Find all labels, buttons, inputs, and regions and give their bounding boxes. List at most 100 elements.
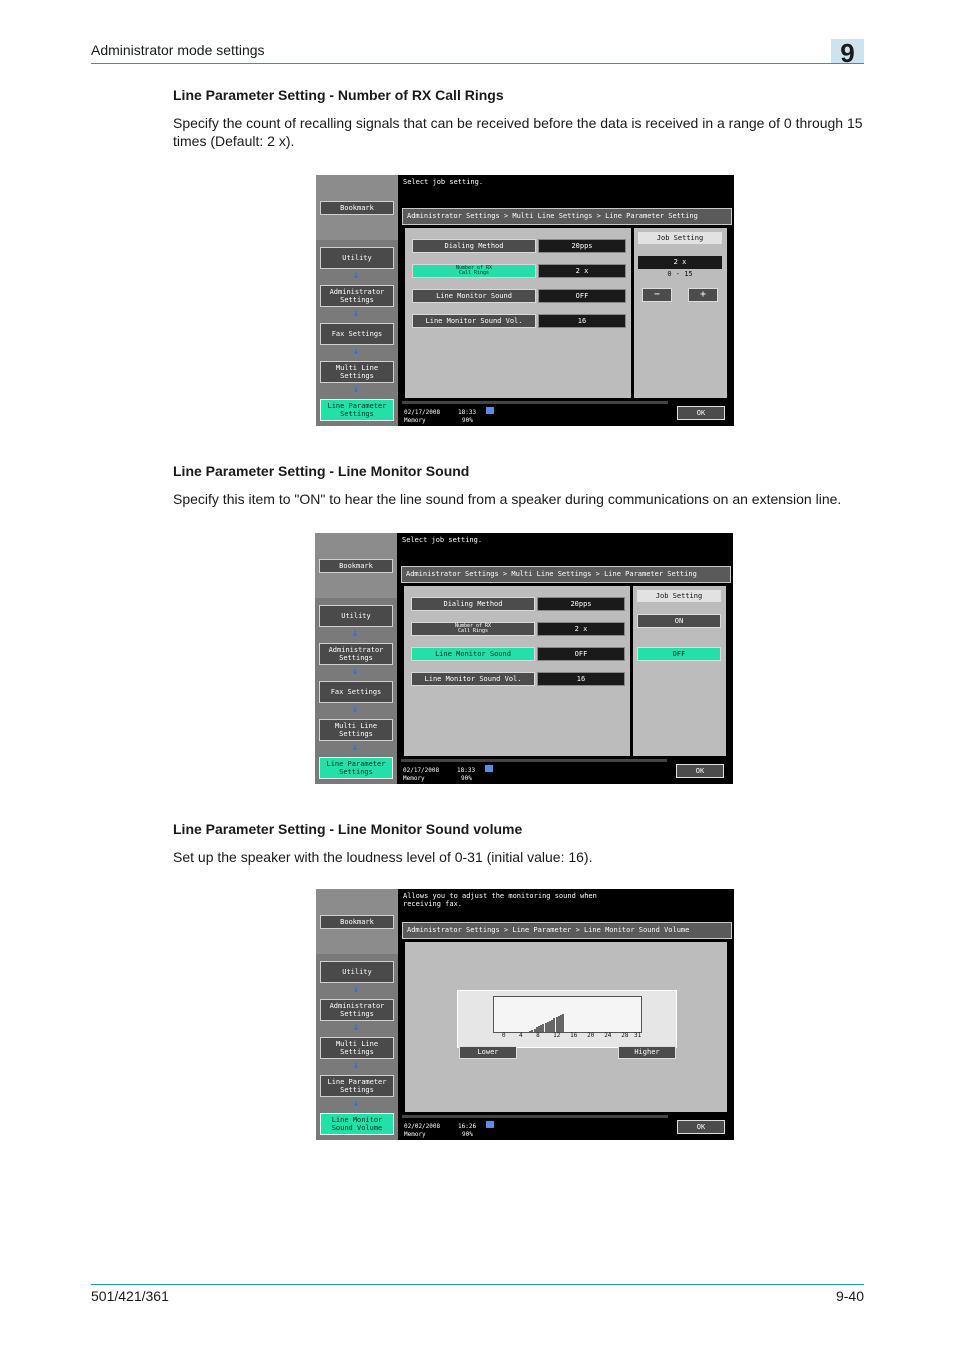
line-monitor-sound-value: OFF [537,647,625,661]
line-parameter-settings-button[interactable]: Line Parameter Settings [319,757,393,779]
date: 02/02/2008 [404,1123,441,1130]
down-arrow-icon: ↓ [352,704,359,715]
status-bar: 02/17/2008 18:33 Memory 90% [401,763,667,784]
down-arrow-icon: ↓ [353,308,360,319]
status-bar: 02/02/2008 16:26 Memory 90% [402,1119,668,1140]
footer-page-number: 9-40 [835,1288,864,1304]
date: 02/17/2008 [404,409,441,416]
memory-percent: 90% [462,1131,473,1138]
rx-call-rings-value: 2 x [537,622,625,636]
down-arrow-icon: ↓ [352,742,359,753]
section-text-line-monitor-volume: Set up the speaker with the loudness lev… [173,849,593,865]
screen-message: Select job setting. [403,178,484,186]
fax-settings-button[interactable]: Fax Settings [319,681,393,703]
volume-tick-label: 0 [502,1032,506,1039]
screenshot-line-monitor-volume: Bookmark Utility ↓ Administrator Setting… [316,889,734,1140]
header-rule [91,63,864,64]
line-monitor-sound-vol-button[interactable]: Line Monitor Sound Vol. [411,672,535,686]
bookmark-button[interactable]: Bookmark [320,915,394,929]
down-arrow-icon: ↓ [353,384,360,395]
line-parameter-settings-button[interactable]: Line Parameter Settings [320,399,394,421]
date: 02/17/2008 [403,767,440,774]
screen-message: Allows you to adjust the monitoring soun… [403,892,597,908]
rx-call-rings-button[interactable]: Number of RX Call Rings [412,264,536,278]
network-icon [486,407,494,414]
job-setting-area [634,228,727,398]
down-arrow-icon: ↓ [353,1022,360,1033]
ok-button[interactable]: OK [677,406,725,420]
memory-percent: 90% [461,775,472,782]
volume-bar [562,1014,565,1032]
time: 16:26 [458,1123,477,1130]
screenshot-line-monitor-sound: Bookmark Utility ↓ Administrator Setting… [315,533,733,784]
footer-model: 501/421/361 [91,1288,169,1304]
volume-tick-label: 20 [587,1032,595,1039]
dialing-method-button[interactable]: Dialing Method [411,597,535,611]
running-header: Administrator mode settings [91,42,265,58]
higher-button[interactable]: Higher [618,1046,676,1059]
ok-button[interactable]: OK [677,1120,725,1134]
breadcrumb: Administrator Settings > Line Parameter … [402,922,732,939]
multi-line-settings-button[interactable]: Multi Line Settings [320,361,394,383]
bookmark-button[interactable]: Bookmark [319,559,393,573]
utility-button[interactable]: Utility [319,605,393,627]
line-monitor-sound-vol-button[interactable]: Line Monitor Sound Vol. [412,314,536,328]
on-option-button[interactable]: ON [637,614,721,628]
volume-tick-label: 31 [634,1032,642,1039]
multi-line-settings-button[interactable]: Multi Line Settings [319,719,393,741]
time: 18:33 [457,767,476,774]
line-monitor-sound-button[interactable]: Line Monitor Sound [412,289,536,303]
line-monitor-sound-vol-value: 16 [537,672,625,686]
down-arrow-icon: ↓ [353,270,360,281]
volume-tick-label: 8 [536,1032,540,1039]
dialing-method-button[interactable]: Dialing Method [412,239,536,253]
rx-call-rings-value: 2 x [538,264,626,278]
down-arrow-icon: ↓ [353,1060,360,1071]
line-monitor-sound-button[interactable]: Line Monitor Sound [411,647,535,661]
section-heading-line-monitor-sound: Line Parameter Setting - Line Monitor So… [173,463,470,479]
job-setting-value: 2 x [638,256,722,269]
breadcrumb: Administrator Settings > Multi Line Sett… [401,566,731,583]
screenshot-rx-call-rings: Bookmark Utility ↓ Administrator Setting… [316,175,734,426]
line-parameter-settings-button[interactable]: Line Parameter Settings [320,1075,394,1097]
network-icon [486,1121,494,1128]
dialing-method-value: 20pps [537,597,625,611]
fax-settings-button[interactable]: Fax Settings [320,323,394,345]
volume-tick-label: 28 [621,1032,629,1039]
memory-percent: 90% [462,417,473,424]
line-monitor-sound-volume-button[interactable]: Line Monitor Sound Volume [320,1113,394,1135]
screen-message: Select job setting. [402,536,483,544]
job-setting-range: 0 - 15 [667,270,693,278]
memory-label: Memory [403,775,425,782]
section-text-line-monitor-sound: Specify this item to "ON" to hear the li… [173,491,842,507]
job-setting-title: Job Setting [637,590,721,602]
memory-label: Memory [404,1131,426,1138]
ok-button[interactable]: OK [676,764,724,778]
time: 18:33 [458,409,477,416]
volume-level-meter [493,996,642,1033]
section-heading-line-monitor-volume: Line Parameter Setting - Line Monitor So… [173,821,523,837]
utility-button[interactable]: Utility [320,247,394,269]
administrator-settings-button[interactable]: Administrator Settings [320,285,394,307]
off-option-button[interactable]: OFF [637,647,721,661]
rx-call-rings-button[interactable]: Number of RX Call Rings [411,622,535,636]
plus-button[interactable]: + [688,288,718,302]
bookmark-button[interactable]: Bookmark [320,201,394,215]
line-monitor-sound-vol-value: 16 [538,314,626,328]
multi-line-settings-button[interactable]: Multi Line Settings [320,1037,394,1059]
down-arrow-icon: ↓ [353,984,360,995]
job-setting-title: Job Setting [638,232,722,244]
minus-button[interactable]: − [642,288,672,302]
down-arrow-icon: ↓ [353,346,360,357]
section-heading-rx-call-rings: Line Parameter Setting - Number of RX Ca… [173,87,504,103]
settings-area [405,228,631,398]
network-icon [485,765,493,772]
line-monitor-sound-value: OFF [538,289,626,303]
volume-tick-label: 16 [570,1032,578,1039]
administrator-settings-button[interactable]: Administrator Settings [319,643,393,665]
volume-tick-label: 12 [553,1032,561,1039]
lower-button[interactable]: Lower [459,1046,517,1059]
administrator-settings-button[interactable]: Administrator Settings [320,999,394,1021]
breadcrumb: Administrator Settings > Multi Line Sett… [402,208,732,225]
utility-button[interactable]: Utility [320,961,394,983]
